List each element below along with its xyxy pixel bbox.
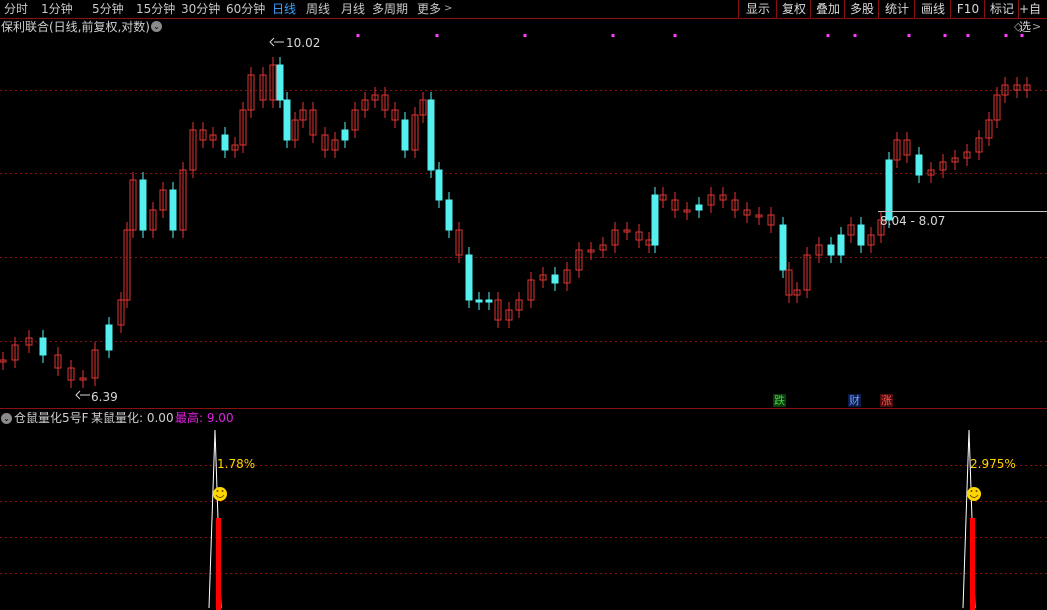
event-marker — [966, 34, 970, 37]
candle-body — [169, 189, 177, 231]
candle-body — [139, 179, 147, 231]
event-marker — [435, 34, 439, 37]
indicator-annotation: 1.78% — [217, 457, 256, 471]
high-price-label: 10.02 — [286, 36, 321, 50]
event-marker — [907, 34, 911, 37]
event-marker — [853, 34, 857, 37]
candle-body — [475, 299, 483, 303]
arrow-icon — [269, 37, 275, 47]
indicator-bar — [216, 518, 221, 610]
candle-body — [401, 119, 409, 151]
candle-body — [651, 194, 659, 246]
candle-body — [105, 324, 113, 351]
event-marker — [356, 34, 360, 37]
event-marker — [611, 34, 615, 37]
chart-canvas[interactable] — [0, 0, 1047, 610]
smiley-face-icon — [967, 487, 981, 501]
candle-body — [445, 199, 453, 231]
event-marker — [523, 34, 527, 37]
chevron-down-icon[interactable]: ⌄ — [151, 21, 162, 32]
indicator-value: 某鼠量化: 0.00 — [91, 411, 174, 425]
candle-body — [283, 99, 291, 141]
candle-body — [779, 224, 787, 271]
candle-body — [221, 134, 229, 151]
candle-body — [341, 129, 349, 141]
signal-badge-finance[interactable]: 财 — [848, 394, 861, 407]
indicator-bar — [970, 518, 975, 610]
indicator-title: 仓鼠量化5号F — [14, 411, 89, 425]
event-marker — [1004, 34, 1008, 37]
signal-badge-rise[interactable]: 涨 — [880, 394, 893, 407]
candle-body — [857, 224, 865, 246]
signal-badge-fall[interactable]: 跌 — [773, 394, 786, 407]
range-label: 8.04 - 8.07 — [880, 214, 946, 228]
arrow-icon — [75, 390, 81, 400]
candle-body — [39, 337, 47, 356]
candle-body — [827, 244, 835, 256]
candle-body — [435, 169, 443, 201]
candle-body — [276, 64, 284, 101]
chevron-right-icon[interactable]: > — [1032, 19, 1041, 35]
candle-body — [915, 154, 923, 176]
event-marker — [673, 34, 677, 37]
candle-body — [465, 254, 473, 301]
candle-body — [427, 99, 435, 171]
smiley-face-icon — [213, 487, 227, 501]
candle-body — [551, 274, 559, 284]
diamond-icon[interactable]: ◇ — [1014, 19, 1022, 35]
chart-title: 保利联合(日线,前复权,对数) — [1, 20, 150, 34]
chevron-down-icon[interactable]: ⌄ — [1, 413, 12, 424]
candle-body — [485, 299, 493, 303]
candle-body — [837, 234, 845, 256]
indicator-annotation: 2.975% — [970, 457, 1016, 471]
indicator-max: 最高: 9.00 — [175, 411, 234, 425]
low-price-label: 6.39 — [91, 390, 118, 404]
event-marker — [943, 34, 947, 37]
candle-body — [695, 204, 703, 211]
event-marker — [826, 34, 830, 37]
